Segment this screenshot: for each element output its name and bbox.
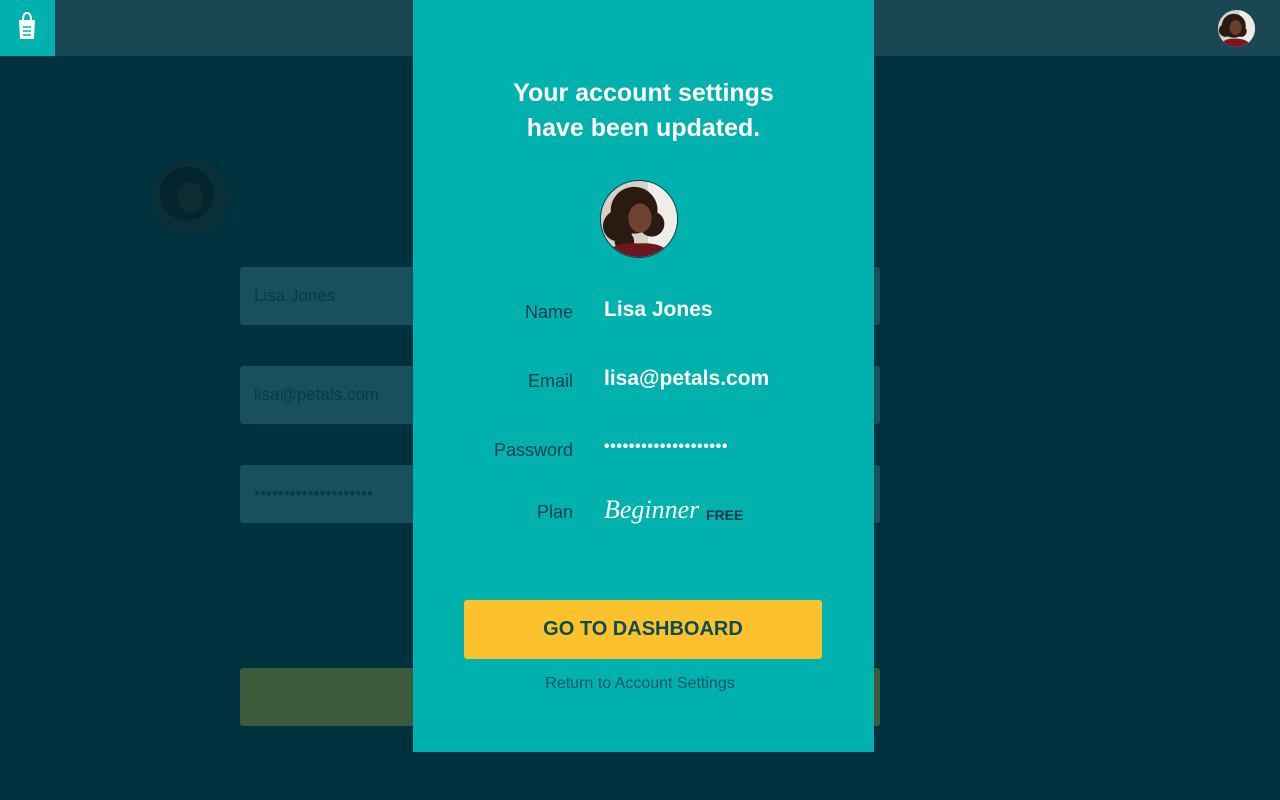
email-value: lisa@petals.com: [604, 367, 770, 390]
email-field-value: lisa@petals.com: [254, 385, 379, 404]
name-label: Name: [524, 302, 573, 322]
plan-value: Beginner: [604, 495, 700, 524]
modal-title-line-1: Your account settings: [513, 79, 774, 107]
app-logo-button[interactable]: [0, 0, 55, 56]
go-to-dashboard-button[interactable]: GO TO DASHBOARD: [464, 600, 822, 659]
email-label: Email: [527, 371, 573, 391]
plan-label: Plan: [536, 502, 573, 522]
password-value: ••••••••••••••••••••: [604, 438, 729, 455]
profile-photo: [601, 181, 677, 257]
settings-updated-modal: Your account settings have been updated.…: [413, 0, 874, 752]
password-field-value: ••••••••••••••••••••: [254, 484, 374, 503]
profile-avatar: [600, 180, 678, 258]
profile-avatar: [152, 159, 229, 236]
name-value: Lisa Jones: [604, 298, 713, 321]
modal-title-line-2: have been updated.: [526, 114, 761, 142]
user-avatar-button[interactable]: [1218, 10, 1255, 47]
plan-badge: FREE: [706, 507, 744, 523]
name-field-value: Lisa Jones: [254, 286, 336, 305]
password-label: Password: [493, 440, 573, 460]
shopping-bag-icon: [19, 11, 35, 39]
return-to-account-settings-link[interactable]: Return to Account Settings: [413, 675, 867, 693]
user-avatar: [1218, 10, 1255, 47]
modal-title: Your account settings have been updated.: [413, 76, 874, 146]
